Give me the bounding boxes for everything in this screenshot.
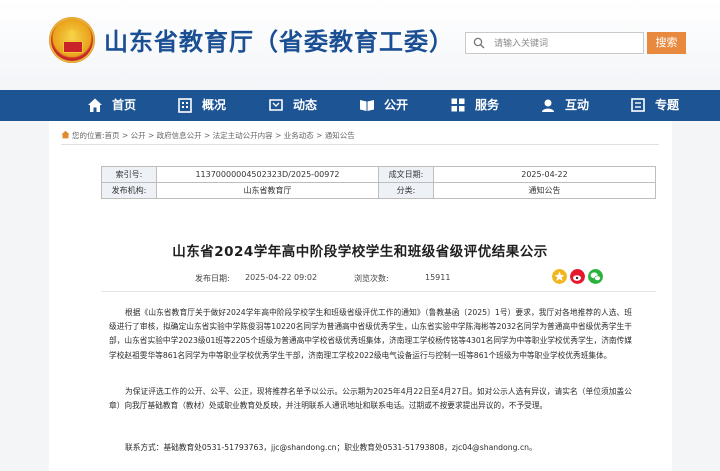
location-home-icon xyxy=(61,130,70,139)
views-value: 15911 xyxy=(425,273,451,282)
published-label: 发布日期: xyxy=(195,274,230,283)
views-label: 浏览次数: xyxy=(354,274,389,283)
search-box[interactable] xyxy=(465,32,644,54)
topic-icon xyxy=(631,98,645,112)
main-nav: 首页 概况 动态 公开 服务 互动 专题 xyxy=(0,90,720,121)
nav-label-overview: 概况 xyxy=(202,98,227,112)
national-emblem-logo: ★ xyxy=(49,17,95,63)
date-value: 2025-04-22 xyxy=(432,166,657,183)
published-value: 2025-04-22 09:02 xyxy=(245,273,318,282)
nav-label-public: 公开 xyxy=(384,98,409,112)
category-label: 分类: xyxy=(377,182,434,199)
breadcrumb-prefix: 您的位置: xyxy=(72,131,105,140)
wechat-share-icon[interactable] xyxy=(588,269,603,284)
issuer-label: 发布机构: xyxy=(101,182,157,199)
date-label: 成文日期: xyxy=(377,166,434,183)
article-paragraph-2: 为保证评选工作的公开、公平、公正，现将推荐名单予以公示。公示期为2025年4月2… xyxy=(109,387,632,411)
search-icon xyxy=(473,37,485,49)
chat-icon xyxy=(542,99,554,112)
search-input[interactable] xyxy=(492,34,644,54)
article-title: 山东省2024学年高中阶段学校学生和班级省级评优结果公示 xyxy=(172,244,548,260)
index-value: 11370000004502323D/2025-00972 xyxy=(155,166,379,183)
issuer-value: 山东省教育厅 xyxy=(155,182,379,199)
index-label: 索引号: xyxy=(101,166,157,183)
grid-icon xyxy=(451,98,465,112)
news-icon xyxy=(269,99,283,111)
breadcrumb-divider xyxy=(61,144,659,145)
home-icon xyxy=(88,98,102,112)
title-divider xyxy=(101,291,656,292)
nav-label-home: 首页 xyxy=(112,98,137,112)
article-contact: 联系方式：基础教育处0531-51793763，jjc@shandong.cn；… xyxy=(125,443,537,452)
breadcrumb-trail[interactable]: 首页 > 公开 > 政府信息公开 > 法定主动公开内容 > 业务动态 > 通知公… xyxy=(105,131,355,140)
nav-label-interact: 互动 xyxy=(565,98,590,112)
search-button[interactable]: 搜索 xyxy=(647,32,686,54)
qzone-share-icon[interactable] xyxy=(552,269,567,284)
weibo-share-icon[interactable] xyxy=(570,269,585,284)
nav-label-service: 服务 xyxy=(475,98,500,112)
category-value: 通知公告 xyxy=(432,182,657,199)
nav-label-news: 动态 xyxy=(293,98,318,112)
breadcrumb: 您的位置:首页 > 公开 > 政府信息公开 > 法定主动公开内容 > 业务动态 … xyxy=(61,130,355,141)
document-meta-table: 索引号: 11370000004502323D/2025-00972 成文日期:… xyxy=(101,166,657,199)
building-icon xyxy=(178,98,192,113)
site-title[interactable]: 山东省教育厅（省委教育工委） xyxy=(104,22,454,57)
site-header: ★ 山东省教育厅（省委教育工委） 搜索 xyxy=(0,0,720,90)
book-icon xyxy=(360,100,374,111)
nav-label-topics: 专题 xyxy=(655,98,680,112)
article-paragraph-1: 根据《山东省教育厅关于做好2024学年高中阶段学校学生和班级省级评优工作的通知》… xyxy=(109,308,632,360)
